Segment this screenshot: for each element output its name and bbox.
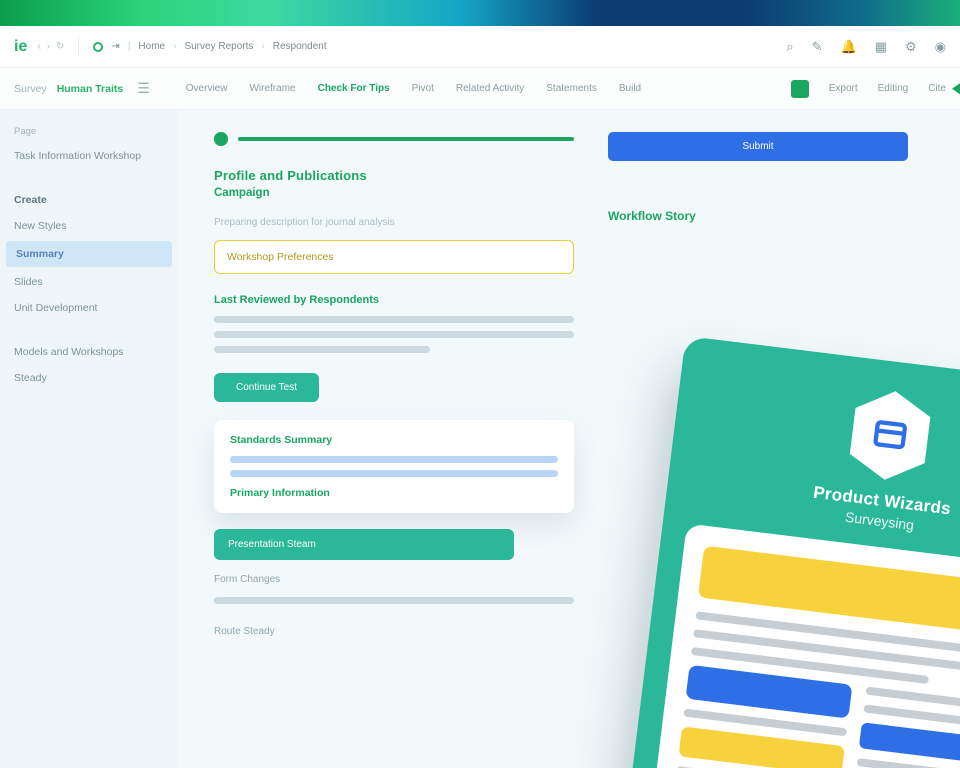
sidebar-item[interactable]: Task Information Workshop	[0, 143, 178, 169]
separator	[78, 37, 79, 57]
tab-statements[interactable]: Statements	[546, 83, 597, 94]
promo-device-card: Product Wizards Surveysing	[617, 336, 960, 768]
sidebar-item-slides[interactable]: Slides	[0, 269, 178, 295]
reviewed-link[interactable]: Last Reviewed by Respondents	[214, 294, 574, 306]
section-meta: Preparing description for journal analys…	[214, 217, 574, 228]
tab-related[interactable]: Related Activity	[456, 83, 524, 94]
placeholder-line	[214, 316, 574, 323]
record-dot-icon	[93, 42, 103, 52]
breadcrumb-mid[interactable]: Survey Reports	[184, 41, 253, 52]
gear-icon[interactable]: ⚙	[905, 39, 917, 55]
crumb-misc-icon: ⇥	[111, 41, 119, 52]
app-brand: ie	[14, 38, 27, 56]
panel-block	[686, 665, 853, 719]
continue-button[interactable]: Continue Test	[214, 373, 319, 402]
tab-check-tips[interactable]: Check For Tips	[318, 83, 390, 94]
placeholder-line	[214, 346, 430, 353]
form-changes-label: Form Changes	[214, 574, 574, 585]
content-area: Profile and Publications Campaign Prepar…	[178, 110, 960, 768]
page-subnav: Survey Human Traits ☰ Overview Wireframe…	[0, 68, 960, 110]
chrome-actions: ⌕ ✎ 🔔 ▦ ⚙ ◉	[786, 39, 946, 55]
sidebar-item-models[interactable]: Models and Workshops	[0, 339, 178, 365]
hex-badge-icon	[842, 383, 939, 489]
placeholder-line	[230, 470, 558, 477]
cite-link[interactable]: Cite	[928, 83, 946, 94]
workshop-input[interactable]: Workshop Preferences	[214, 240, 574, 274]
sidebar-group-label: Page	[0, 120, 178, 143]
progress-line	[238, 137, 574, 141]
collapse-right-icon[interactable]	[952, 68, 960, 109]
placeholder-line	[214, 331, 574, 338]
placeholder-line	[230, 456, 558, 463]
reload-icon[interactable]: ↻	[56, 41, 64, 52]
sidebar-item-unit[interactable]: Unit Development	[0, 295, 178, 321]
browser-chrome: ie ‹ › ↻ ⇥ | Home › Survey Reports › Res…	[0, 26, 960, 68]
menu-icon[interactable]: ☰	[137, 80, 150, 97]
export-app-icon[interactable]	[791, 80, 809, 98]
workflow-heading: Workflow Story	[608, 209, 918, 223]
breadcrumb-leaf[interactable]: Respondent	[273, 41, 327, 52]
section-heading: Profile and Publications	[214, 168, 574, 183]
sidebar-item-styles[interactable]: New Styles	[0, 213, 178, 239]
tab-wireframe[interactable]: Wireframe	[249, 83, 295, 94]
breadcrumb-home[interactable]: Home	[138, 41, 165, 52]
card-sub-label: Primary Information	[230, 487, 558, 499]
submit-button[interactable]: Submit	[608, 132, 908, 161]
forward-icon[interactable]: ›	[47, 41, 50, 52]
sidebar: Page Task Information Workshop Create Ne…	[0, 110, 178, 768]
sidebar-item-summary[interactable]: Summary	[6, 241, 172, 267]
apps-icon[interactable]: ▦	[875, 39, 887, 55]
avatar-icon[interactable]: ◉	[935, 39, 946, 55]
bell-icon[interactable]: 🔔	[841, 39, 857, 55]
sidebar-item-create[interactable]: Create	[0, 187, 178, 213]
summary-card: Standards Summary Primary Information	[214, 420, 574, 513]
editing-link[interactable]: Editing	[878, 83, 909, 94]
tab-bar: Overview Wireframe Check For Tips Pivot …	[186, 83, 641, 94]
panel-hero-block	[698, 546, 960, 639]
edit-icon[interactable]: ✎	[812, 39, 823, 55]
page-kind-label: Survey	[14, 83, 47, 95]
card-title[interactable]: Standards Summary	[230, 434, 558, 446]
subnav-actions: Export Editing Cite	[791, 80, 946, 98]
right-column: Submit Workflow Story	[608, 132, 918, 223]
progress-indicator	[214, 132, 574, 146]
search-icon[interactable]: ⌕	[786, 39, 793, 55]
device-panel	[647, 523, 960, 768]
sidebar-item-steady[interactable]: Steady	[0, 365, 178, 391]
window-gradient-bar	[0, 0, 960, 26]
section-subheading: Campaign	[214, 187, 574, 199]
history-nav: ‹ › ↻	[37, 41, 64, 52]
export-link[interactable]: Export	[829, 83, 858, 94]
placeholder-line	[857, 758, 960, 768]
back-icon[interactable]: ‹	[37, 41, 40, 52]
tab-pivot[interactable]: Pivot	[412, 83, 434, 94]
presentation-button[interactable]: Presentation Steam	[214, 529, 514, 560]
route-steady-label: Route Steady	[214, 626, 574, 637]
tab-overview[interactable]: Overview	[186, 83, 228, 94]
placeholder-line	[214, 597, 574, 604]
page-title: Human Traits	[57, 83, 124, 95]
progress-dot-icon	[214, 132, 228, 146]
breadcrumb: ⇥ | Home › Survey Reports › Respondent	[93, 41, 326, 52]
tab-build[interactable]: Build	[619, 83, 641, 94]
